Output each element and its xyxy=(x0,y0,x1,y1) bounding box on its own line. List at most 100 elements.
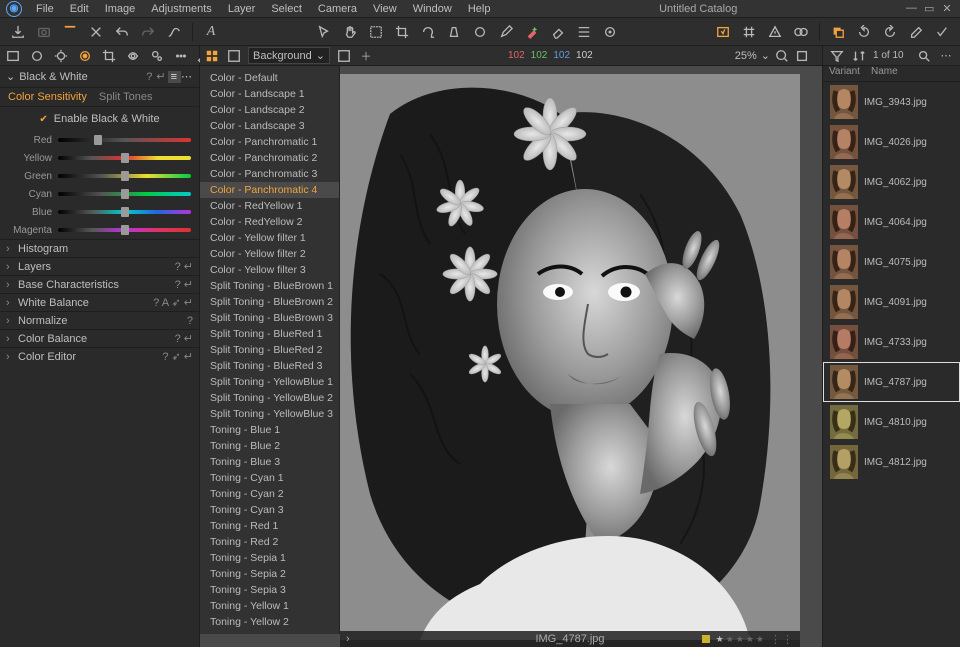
view-single-icon[interactable] xyxy=(226,48,242,64)
undo-icon[interactable] xyxy=(114,24,130,40)
browser-row[interactable]: IMG_4733.jpg xyxy=(823,322,960,362)
star-icon[interactable]: ★ xyxy=(746,634,754,645)
preset-item[interactable]: Toning - Sepia 1 xyxy=(200,550,339,566)
search-icon[interactable] xyxy=(916,48,932,64)
color-tab-icon[interactable] xyxy=(78,49,92,63)
preset-item[interactable]: Split Toning - YellowBlue 3 xyxy=(200,406,339,422)
preset-item[interactable]: Color - RedYellow 2 xyxy=(200,214,339,230)
slider-green[interactable]: Green xyxy=(0,167,199,185)
slider-blue[interactable]: Blue xyxy=(0,203,199,221)
compare-icon[interactable] xyxy=(793,24,809,40)
menu-edit[interactable]: Edit xyxy=(62,1,97,17)
radial-mask-icon[interactable] xyxy=(602,24,618,40)
star-icon[interactable]: ★ xyxy=(716,634,724,645)
section-histogram[interactable]: › Histogram xyxy=(0,239,199,257)
preset-item[interactable]: Toning - Cyan 1 xyxy=(200,470,339,486)
browser-row[interactable]: IMG_4091.jpg xyxy=(823,282,960,322)
col-variant[interactable]: Variant xyxy=(823,66,867,81)
rotate-icon[interactable] xyxy=(420,24,436,40)
preset-item[interactable]: Split Toning - BlueBrown 2 xyxy=(200,294,339,310)
menu-select[interactable]: Select xyxy=(263,1,310,17)
minimize-icon[interactable]: — xyxy=(906,2,916,15)
browser-row[interactable]: IMG_4787.jpg xyxy=(823,362,960,402)
tool-header-bw[interactable]: ⌄ Black & White ? ↵ ≡ ⋯ xyxy=(0,66,199,88)
zoom-100-icon[interactable] xyxy=(794,48,810,64)
image-viewport[interactable]: Color - DefaultColor - Landscape 1 Color … xyxy=(200,66,822,647)
browser-row[interactable]: IMG_4026.jpg xyxy=(823,122,960,162)
preset-item[interactable]: Color - Default xyxy=(200,70,339,86)
section-color-editor[interactable]: › Color Editor ? ➶ ↵ xyxy=(0,347,199,365)
preset-item[interactable]: Toning - Blue 3 xyxy=(200,454,339,470)
menu-view[interactable]: View xyxy=(365,1,405,17)
section-color-balance[interactable]: › Color Balance ? ↵ xyxy=(0,329,199,347)
star-icon[interactable]: ★ xyxy=(736,634,744,645)
gradient-mask-icon[interactable] xyxy=(576,24,592,40)
export-icon[interactable] xyxy=(62,24,78,40)
apply-icon[interactable] xyxy=(934,24,950,40)
browser-row[interactable]: IMG_3943.jpg xyxy=(823,82,960,122)
preset-item[interactable]: Color - Landscape 1 xyxy=(200,86,339,102)
close-icon[interactable]: ✕ xyxy=(942,2,952,15)
preset-item[interactable]: Split Toning - YellowBlue 1 xyxy=(200,374,339,390)
chevron-down-icon[interactable]: ⌄ xyxy=(761,49,770,62)
preset-item[interactable]: Toning - Sepia 2 xyxy=(200,566,339,582)
import-icon[interactable] xyxy=(10,24,26,40)
slider-cyan[interactable]: Cyan xyxy=(0,185,199,203)
menu-help[interactable]: Help xyxy=(460,1,499,17)
help-icon[interactable]: ? xyxy=(144,71,154,83)
preset-dropdown[interactable]: Color - DefaultColor - Landscape 1 Color … xyxy=(200,66,340,634)
capture-icon[interactable] xyxy=(36,24,52,40)
section-base-characteristics[interactable]: › Base Characteristics ? ↵ xyxy=(0,275,199,293)
annotate-text-icon[interactable]: A xyxy=(203,24,219,40)
color-tag[interactable] xyxy=(702,635,710,643)
reset-tool-icon[interactable]: ↵ xyxy=(154,70,167,83)
metadata-tab-icon[interactable] xyxy=(174,49,188,63)
keystone-icon[interactable] xyxy=(446,24,462,40)
preset-item[interactable]: Split Toning - BlueRed 1 xyxy=(200,326,339,342)
rotate-cw-icon[interactable] xyxy=(882,24,898,40)
copy-icon[interactable] xyxy=(830,24,846,40)
preset-item[interactable]: Color - Panchromatic 4 xyxy=(200,182,339,198)
zoom-fit-icon[interactable] xyxy=(774,48,790,64)
preset-item[interactable]: Toning - Red 2 xyxy=(200,534,339,550)
preset-item[interactable]: Toning - Yellow 2 xyxy=(200,614,339,630)
slider-red[interactable]: Red xyxy=(0,131,199,149)
check-icon[interactable]: ✔ xyxy=(39,114,47,125)
menu-file[interactable]: File xyxy=(28,1,62,17)
section-normalize[interactable]: › Normalize ? xyxy=(0,311,199,329)
subtab-color-sensitivity[interactable]: Color Sensitivity xyxy=(8,91,87,103)
preset-item[interactable]: Color - Yellow filter 1 xyxy=(200,230,339,246)
menu-window[interactable]: Window xyxy=(405,1,460,17)
preset-item[interactable]: Toning - Cyan 3 xyxy=(200,502,339,518)
preset-menu-icon[interactable]: ≡ xyxy=(168,71,181,83)
slider-magenta[interactable]: Magenta xyxy=(0,221,199,239)
preset-item[interactable]: Split Toning - BlueBrown 1 xyxy=(200,278,339,294)
browser-row[interactable]: IMG_4075.jpg xyxy=(823,242,960,282)
menu-layer[interactable]: Layer xyxy=(220,1,264,17)
slider-yellow[interactable]: Yellow xyxy=(0,149,199,167)
enable-bw-label[interactable]: Enable Black & White xyxy=(54,113,160,125)
menu-image[interactable]: Image xyxy=(97,1,144,17)
browser-row[interactable]: IMG_4062.jpg xyxy=(823,162,960,202)
menu-camera[interactable]: Camera xyxy=(310,1,365,17)
preset-item[interactable]: Split Toning - BlueBrown 3 xyxy=(200,310,339,326)
preset-item[interactable]: Color - Panchromatic 1 xyxy=(200,134,339,150)
overlay-icon[interactable] xyxy=(715,24,731,40)
col-name[interactable]: Name xyxy=(867,66,960,81)
preset-item[interactable]: Split Toning - BlueRed 2 xyxy=(200,342,339,358)
layer-select[interactable]: Background ⌄ xyxy=(248,47,330,64)
section-layers[interactable]: › Layers ? ↵ xyxy=(0,257,199,275)
zoom-level[interactable]: 25% xyxy=(735,50,757,62)
chevron-right-icon[interactable]: › xyxy=(346,633,350,645)
grid-icon[interactable] xyxy=(741,24,757,40)
filter-icon[interactable] xyxy=(829,48,845,64)
menu-adjustments[interactable]: Adjustments xyxy=(143,1,220,17)
preset-item[interactable]: Toning - Blue 1 xyxy=(200,422,339,438)
section-white-balance[interactable]: › White Balance ? A ➶ ↵ xyxy=(0,293,199,311)
subtab-split-tones[interactable]: Split Tones xyxy=(99,91,153,103)
preset-item[interactable]: Split Toning - BlueRed 3 xyxy=(200,358,339,374)
preset-item[interactable]: Split Toning - YellowBlue 2 xyxy=(200,390,339,406)
spot-icon[interactable] xyxy=(472,24,488,40)
curve-icon[interactable] xyxy=(166,24,182,40)
detail-tab-icon[interactable] xyxy=(126,49,140,63)
